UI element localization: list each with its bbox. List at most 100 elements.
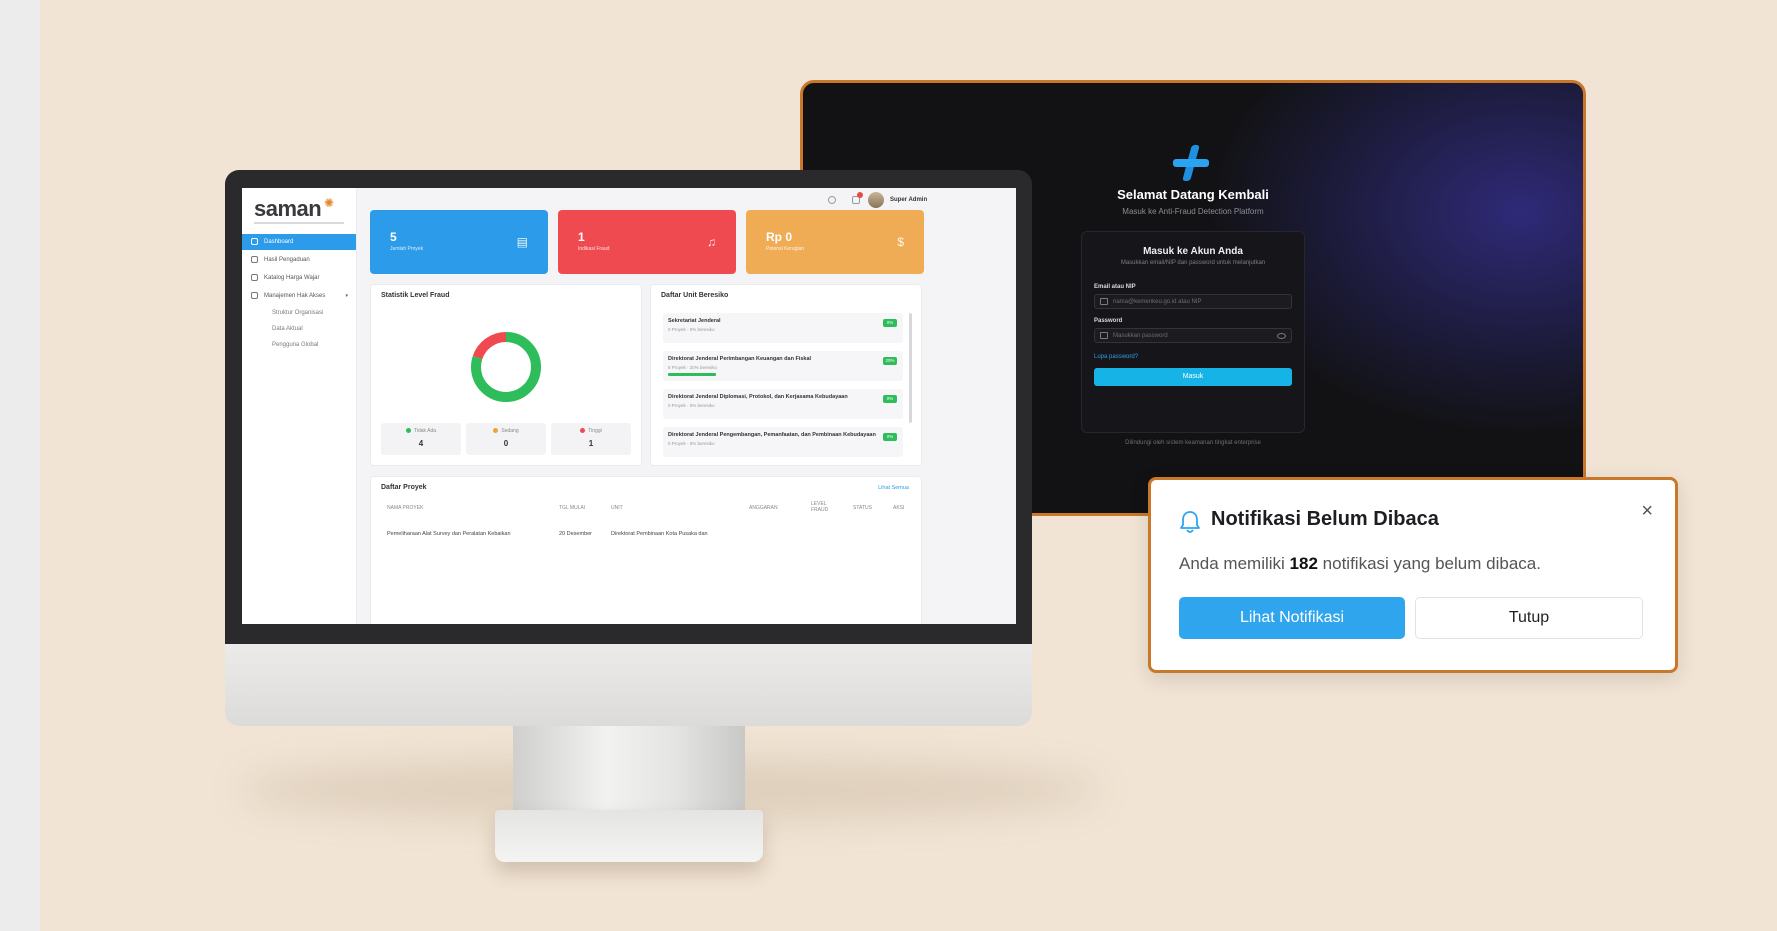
imac-stand [513,726,745,814]
brand-star-icon: ✺ [324,196,335,210]
list-item[interactable]: Direktorat Jenderal Pengembangan, Pemanf… [663,427,903,457]
legend-dot [493,428,499,434]
password-label: Password [1094,318,1123,324]
email-label: Email atau NIP [1094,284,1136,290]
column-header: AKSI [893,505,905,511]
sidebar-item-access-management[interactable]: Manajemen Hak Akses ▾ [242,288,356,304]
forgot-password-link[interactable]: Lupa password? [1094,354,1138,360]
show-password-icon[interactable] [1277,333,1286,339]
unit-meta: 5 Proyek · 20% beresiko [668,365,718,370]
stat-value: 5 [390,230,397,244]
scrollbar[interactable] [909,313,912,423]
unit-name: Direktorat Jenderal Pengembangan, Pemanf… [668,432,876,438]
unread-count: 182 [1289,554,1318,573]
legend-value: 4 [418,439,424,448]
close-icon[interactable]: × [1641,500,1653,523]
notification-dialog: Notifikasi Belum Dibaca × Anda memiliki … [1148,477,1678,673]
login-card-subtitle: Masukkan email/NIP dan password untuk me… [1120,260,1266,266]
settings-icon[interactable] [828,196,836,204]
stat-label: Indikasi Fraud [578,246,610,252]
message-suffix: notifikasi yang belum dibaca. [1322,554,1541,573]
legend-name: Sedang [501,428,519,434]
sidebar-item-label: Katalog Harga Wajar [264,275,320,281]
brand-logo[interactable]: saman [254,196,322,222]
projects-panel: Daftar Proyek Lihat Semua NAMA PROYEK TG… [370,476,922,624]
project-name[interactable]: Pemeliharaan Alat Survey dan Peralatan K… [387,531,511,537]
avatar[interactable] [868,192,884,208]
stat-card-projects[interactable]: 5 Jumlah Proyek ▤ [370,210,548,274]
mockup-scene: Selamat Datang Kembali Masuk ke Anti-Fra… [40,0,1777,931]
column-header: LEVEL FRAUD [811,501,829,513]
list-item[interactable]: Sekretariat Jenderal 0 Proyek · 0% beres… [663,313,903,343]
dashboard-screen: saman ✺ Dashboard Hasil Pengaduan Katalo… [242,188,1016,624]
panel-title: Daftar Proyek [381,484,427,491]
shield-icon [251,292,258,299]
email-field[interactable]: nama@kemenkeu.go.id atau NIP [1094,294,1292,309]
unit-badge: 0% [883,319,897,327]
imac-foot [495,810,763,862]
login-button[interactable]: Masuk [1094,368,1292,386]
unit-meta: 0 Proyek · 0% beresiko [668,403,715,408]
dialog-title: Notifikasi Belum Dibaca [1211,508,1439,530]
legend-value: 1 [588,439,594,448]
sidebar-item-label: Manajemen Hak Akses [264,293,326,299]
unit-badge: 20% [883,357,897,365]
login-card-title: Masuk ke Akun Anda [1143,246,1243,257]
lock-icon [1100,332,1108,339]
legend-name-wrap: Tinggi [551,428,631,434]
close-button[interactable]: Tutup [1415,597,1643,639]
legend-name-wrap: Tidak Ada [381,428,461,434]
platform-logo-icon [1173,145,1209,181]
subnav-item-actual-data[interactable]: Data Aktual [242,322,356,336]
password-field[interactable]: Masukkan password [1094,328,1292,343]
see-all-link[interactable]: Lihat Semua [878,485,909,491]
catalog-icon [251,274,258,281]
unit-risk-bar [668,373,716,376]
sidebar-item-complaints[interactable]: Hasil Pengaduan [242,252,356,268]
sidebar: saman ✺ Dashboard Hasil Pengaduan Katalo… [242,188,357,624]
column-header: NAMA PROYEK [387,505,424,511]
list-item[interactable]: Direktorat Jenderal Perimbangan Keuangan… [663,351,903,381]
message-prefix: Anda memiliki [1179,554,1285,573]
document-icon: ▤ [516,235,528,249]
subnav-item-org-structure[interactable]: Struktur Organisasi [242,306,356,320]
unit-name: Sekretariat Jenderal [668,318,721,324]
dollar-icon: $ [897,235,904,249]
column-header: STATUS [853,505,872,511]
email-placeholder: nama@kemenkeu.go.id atau NIP [1113,299,1202,305]
unit-meta: 0 Proyek · 0% beresiko [668,327,715,332]
column-header: UNIT [611,505,623,511]
legend-dot [405,428,411,434]
password-placeholder: Masukkan password [1113,333,1168,339]
subnav-item-global-users[interactable]: Pengguna Global [242,338,356,352]
sidebar-item-label: Hasil Pengaduan [264,257,310,263]
sidebar-item-price-catalog[interactable]: Katalog Harga Wajar [242,270,356,286]
notification-dot [857,192,863,198]
flag-icon [251,256,258,263]
view-notifications-button[interactable]: Lihat Notifikasi [1179,597,1405,639]
user-name: Super Admin [890,197,928,203]
risky-units-panel: Daftar Unit Beresiko Sekretariat Jendera… [650,284,922,466]
stat-value: Rp 0 [766,230,793,244]
legend-dot [580,428,586,434]
unit-meta: 0 Proyek · 0% beresiko [668,441,715,446]
sidebar-item-dashboard[interactable]: Dashboard [242,234,356,250]
unit-name: Direktorat Jenderal Diplomasi, Protokol,… [668,394,848,400]
chevron-down-icon: ▾ [345,293,348,299]
unit-badge: 0% [883,395,897,403]
list-item[interactable]: Direktorat Jenderal Diplomasi, Protokol,… [663,389,903,419]
fraud-level-panel: Statistik Level Fraud Tidak Ada 4 Sedang… [370,284,642,466]
mail-icon [1100,298,1108,305]
unit-badge: 0% [883,433,897,441]
column-header: TGL MULAI [559,505,586,511]
stat-card-loss[interactable]: Rp 0 Potensi Kerugian $ [746,210,924,274]
column-header: ANGGARAN [749,505,778,511]
panel-title: Statistik Level Fraud [381,292,450,299]
brand-tagline [254,222,344,224]
stat-card-fraud[interactable]: 1 Indikasi Fraud ♫ [558,210,736,274]
stat-value: 1 [578,230,585,244]
legend-medium: Sedang 0 [466,423,546,455]
imac-chin [225,644,1032,726]
stat-label: Potensi Kerugian [766,246,805,252]
legend-high: Tinggi 1 [551,423,631,455]
